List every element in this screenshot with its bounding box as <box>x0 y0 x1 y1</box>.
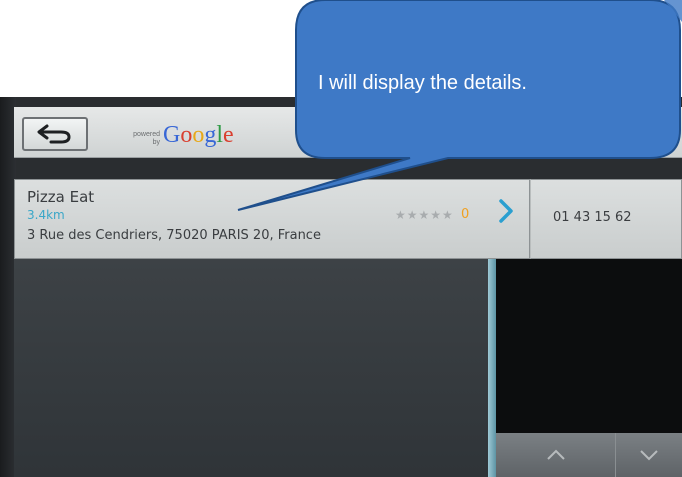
google-logo: Google <box>163 122 234 148</box>
place-name: Pizza Eat <box>27 188 95 206</box>
callout-text: I will display the details. <box>318 72 527 94</box>
scroll-down-button[interactable] <box>616 433 682 477</box>
map-panel <box>496 259 682 433</box>
screenshot-stage: powered by Google Pizza Eat 3.4km 3 Rue … <box>0 0 682 477</box>
phone-button[interactable]: 01 43 15 62 <box>530 179 682 259</box>
place-address: 3 Rue des Cendriers, 75020 PARIS 20, Fra… <box>27 228 321 243</box>
scroll-controls <box>496 433 682 477</box>
powered-by-label: powered by <box>133 131 160 146</box>
phone-number: 01 43 15 62 <box>553 210 632 225</box>
back-button[interactable] <box>22 117 88 151</box>
nav-screen: powered by Google Pizza Eat 3.4km 3 Rue … <box>0 97 682 477</box>
place-distance: 3.4km <box>27 208 65 222</box>
top-bar: powered by Google <box>14 107 682 158</box>
chevron-right-icon[interactable] <box>497 198 515 230</box>
scroll-up-button[interactable] <box>496 433 616 477</box>
search-result-row[interactable]: Pizza Eat 3.4km 3 Rue des Cendriers, 750… <box>14 179 530 259</box>
results-list-area <box>14 259 488 477</box>
rating-stars-icon: ★★★★★ <box>395 208 454 222</box>
powered-by-google: powered by Google <box>126 121 234 147</box>
rating-count: 0 <box>461 207 470 222</box>
back-arrow-icon <box>37 124 71 144</box>
chevron-down-icon <box>640 450 658 461</box>
chevron-up-icon <box>546 449 565 460</box>
panel-divider <box>488 259 496 477</box>
